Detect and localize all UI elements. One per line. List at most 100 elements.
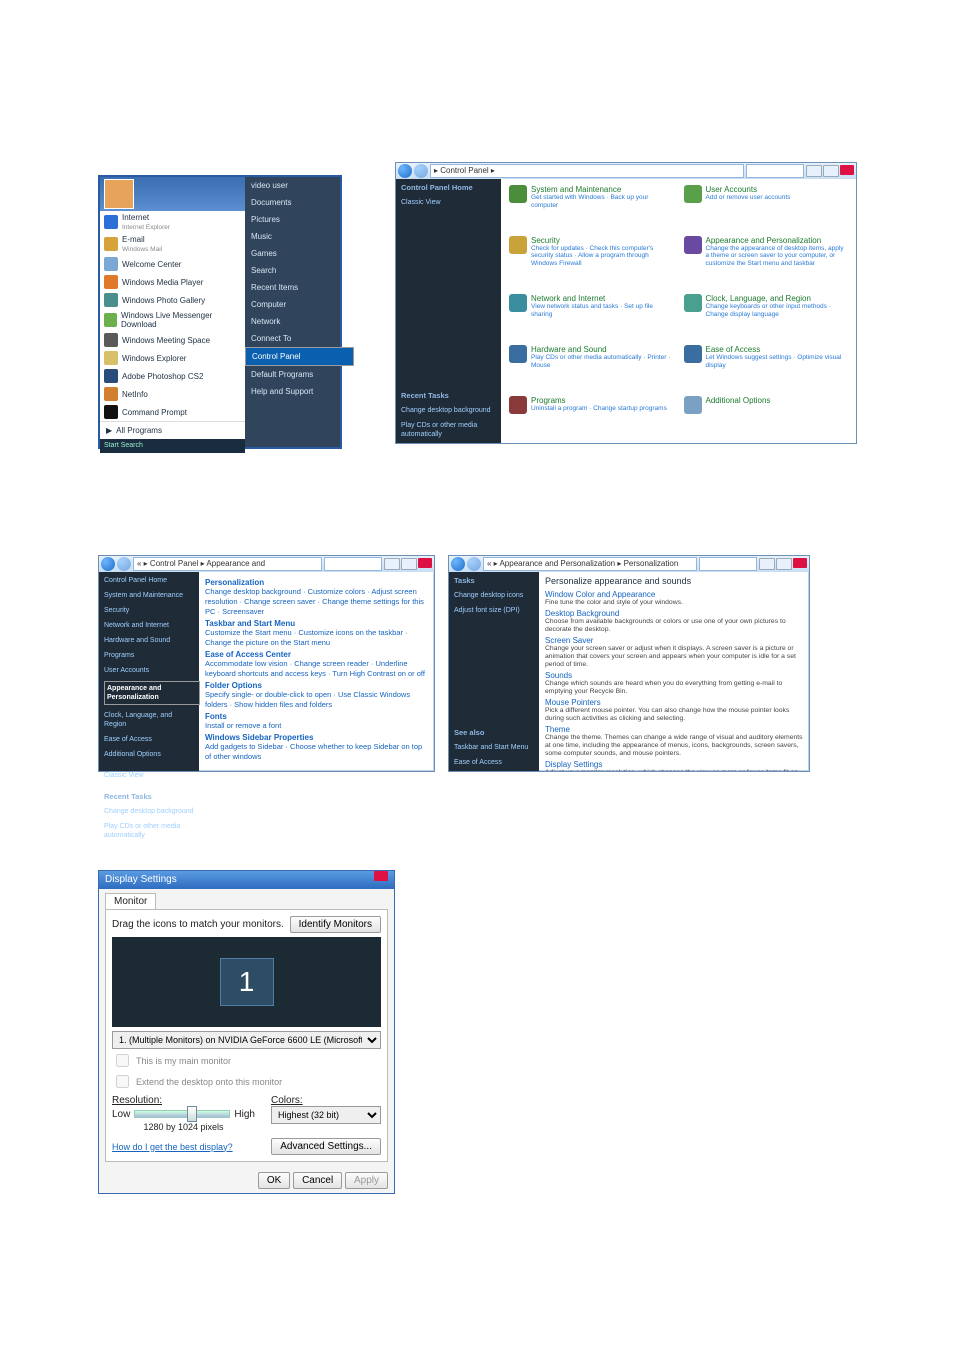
personalization-item[interactable]: Window Color and AppearanceFine tune the… bbox=[545, 590, 803, 607]
sidebar-item[interactable]: Additional Options bbox=[104, 750, 194, 759]
forward-button[interactable] bbox=[117, 557, 131, 571]
cp-category[interactable]: Additional Options bbox=[684, 396, 849, 437]
recent-task[interactable]: Change desktop background bbox=[104, 807, 194, 816]
monitor-preview[interactable]: 1 bbox=[112, 937, 381, 1027]
maximize-icon[interactable] bbox=[401, 558, 417, 570]
sidebar-item[interactable]: Hardware and Sound bbox=[104, 636, 194, 645]
section-links[interactable]: Install or remove a font bbox=[205, 721, 428, 731]
sidebar-item-classic-view[interactable]: Classic View bbox=[401, 198, 496, 207]
start-right-item[interactable]: Search bbox=[245, 262, 340, 279]
breadcrumb[interactable]: « ▸ Appearance and Personalization ▸ Per… bbox=[483, 557, 697, 571]
sidebar-item[interactable]: Classic View bbox=[104, 771, 194, 780]
start-program[interactable]: Windows Explorer bbox=[100, 349, 245, 367]
personalization-item[interactable]: Mouse PointersPick a different mouse poi… bbox=[545, 698, 803, 723]
back-button[interactable] bbox=[451, 557, 465, 571]
start-right-item[interactable]: Network bbox=[245, 313, 340, 330]
breadcrumb[interactable]: ▸ Control Panel ▸ bbox=[430, 164, 744, 178]
cp-category[interactable]: SecurityCheck for updates · Check this c… bbox=[509, 236, 674, 290]
start-right-item[interactable]: Pictures bbox=[245, 211, 340, 228]
sidebar-item[interactable]: Security bbox=[104, 606, 194, 615]
start-program[interactable]: Windows Media Player bbox=[100, 273, 245, 291]
personalization-item[interactable]: Desktop BackgroundChoose from available … bbox=[545, 609, 803, 634]
back-button[interactable] bbox=[398, 164, 412, 178]
minimize-icon[interactable] bbox=[759, 558, 775, 570]
start-right-item[interactable]: Computer bbox=[245, 296, 340, 313]
back-button[interactable] bbox=[101, 557, 115, 571]
maximize-icon[interactable] bbox=[776, 558, 792, 570]
maximize-icon[interactable] bbox=[823, 165, 839, 177]
section-heading[interactable]: Personalization bbox=[205, 578, 428, 587]
section-links[interactable]: Customize the Start menu · Customize ico… bbox=[205, 628, 428, 648]
start-program[interactable]: Windows Live Messenger Download bbox=[100, 309, 245, 331]
cp-category[interactable]: Clock, Language, and RegionChange keyboa… bbox=[684, 294, 849, 341]
start-right-item[interactable]: Games bbox=[245, 245, 340, 262]
sidebar-item[interactable]: Appearance and Personalization bbox=[104, 681, 200, 705]
cp-category[interactable]: Network and InternetView network status … bbox=[509, 294, 674, 341]
sidebar-item[interactable]: System and Maintenance bbox=[104, 591, 194, 600]
advanced-settings-button[interactable]: Advanced Settings... bbox=[271, 1138, 381, 1155]
monitor-select[interactable]: 1. (Multiple Monitors) on NVIDIA GeForce… bbox=[112, 1031, 381, 1049]
start-right-item[interactable]: Documents bbox=[245, 194, 340, 211]
personalization-item[interactable]: Screen SaverChange your screen saver or … bbox=[545, 636, 803, 669]
cancel-button[interactable]: Cancel bbox=[293, 1172, 342, 1189]
search-input[interactable] bbox=[699, 557, 757, 571]
see-also-item[interactable]: Ease of Access bbox=[454, 758, 534, 767]
see-also-item[interactable]: Taskbar and Start Menu bbox=[454, 743, 534, 752]
personalization-item[interactable]: SoundsChange which sounds are heard when… bbox=[545, 671, 803, 696]
section-heading[interactable]: Windows Sidebar Properties bbox=[205, 733, 428, 742]
start-right-item[interactable]: Music bbox=[245, 228, 340, 245]
personalization-item[interactable]: Display SettingsAdjust your monitor reso… bbox=[545, 760, 803, 771]
sidebar-item[interactable]: Clock, Language, and Region bbox=[104, 711, 194, 729]
cp-category[interactable]: User AccountsAdd or remove user accounts bbox=[684, 185, 849, 232]
start-right-item[interactable]: Default Programs bbox=[245, 366, 340, 383]
sidebar-item[interactable]: Change desktop icons bbox=[454, 591, 534, 600]
section-heading[interactable]: Ease of Access Center bbox=[205, 650, 428, 659]
start-right-item[interactable]: video user bbox=[245, 177, 340, 194]
resolution-slider[interactable] bbox=[134, 1110, 230, 1118]
section-heading[interactable]: Taskbar and Start Menu bbox=[205, 619, 428, 628]
section-heading[interactable]: Fonts bbox=[205, 712, 428, 721]
search-input[interactable] bbox=[324, 557, 382, 571]
start-program[interactable]: NetInfo bbox=[100, 385, 245, 403]
monitor-1[interactable]: 1 bbox=[220, 958, 274, 1006]
start-right-item[interactable]: Control Panel bbox=[245, 347, 354, 366]
sidebar-item[interactable]: Adjust font size (DPI) bbox=[454, 606, 534, 615]
personalization-item[interactable]: ThemeChange the theme. Themes can change… bbox=[545, 725, 803, 758]
start-program[interactable]: Adobe Photoshop CS2 bbox=[100, 367, 245, 385]
sidebar-item[interactable]: Programs bbox=[104, 651, 194, 660]
close-icon[interactable] bbox=[840, 165, 854, 175]
section-heading[interactable]: Folder Options bbox=[205, 681, 428, 690]
start-program[interactable]: Windows Photo Gallery bbox=[100, 291, 245, 309]
forward-button[interactable] bbox=[414, 164, 428, 178]
cp-category[interactable]: ProgramsUninstall a program · Change sta… bbox=[509, 396, 674, 437]
help-link[interactable]: How do I get the best display? bbox=[112, 1142, 233, 1152]
cp-category[interactable]: Appearance and PersonalizationChange the… bbox=[684, 236, 849, 290]
breadcrumb[interactable]: « ▸ Control Panel ▸ Appearance and Perso… bbox=[133, 557, 322, 571]
start-program[interactable]: E-mailWindows Mail bbox=[100, 233, 245, 255]
sidebar-item[interactable]: Control Panel Home bbox=[104, 576, 194, 585]
start-right-item[interactable]: Recent Items bbox=[245, 279, 340, 296]
sidebar-item[interactable]: Ease of Access bbox=[104, 735, 194, 744]
section-links[interactable]: Change desktop background · Customize co… bbox=[205, 587, 428, 617]
recent-task[interactable]: Change desktop background bbox=[401, 406, 496, 415]
all-programs[interactable]: ▶ All Programs bbox=[100, 421, 245, 439]
start-right-item[interactable]: Help and Support bbox=[245, 383, 340, 400]
colors-select[interactable]: Highest (32 bit) bbox=[271, 1106, 381, 1124]
cp-category[interactable]: Hardware and SoundPlay CDs or other medi… bbox=[509, 345, 674, 392]
start-right-item[interactable]: Connect To bbox=[245, 330, 340, 347]
section-links[interactable]: Accommodate low vision · Change screen r… bbox=[205, 659, 428, 679]
recent-task[interactable]: Play CDs or other media automatically bbox=[401, 421, 496, 439]
section-links[interactable]: Add gadgets to Sidebar · Choose whether … bbox=[205, 742, 428, 762]
cp-category[interactable]: Ease of AccessLet Windows suggest settin… bbox=[684, 345, 849, 392]
tab-monitor[interactable]: Monitor bbox=[105, 893, 156, 909]
close-icon[interactable] bbox=[374, 871, 388, 881]
start-search-box[interactable]: Start Search bbox=[100, 439, 245, 453]
ok-button[interactable]: OK bbox=[258, 1172, 290, 1189]
forward-button[interactable] bbox=[467, 557, 481, 571]
cp-category[interactable]: System and MaintenanceGet started with W… bbox=[509, 185, 674, 232]
close-icon[interactable] bbox=[418, 558, 432, 568]
start-program[interactable]: Command Prompt bbox=[100, 403, 245, 421]
start-program[interactable]: Welcome Center bbox=[100, 255, 245, 273]
search-input[interactable] bbox=[746, 164, 804, 178]
section-links[interactable]: Specify single- or double-click to open … bbox=[205, 690, 428, 710]
